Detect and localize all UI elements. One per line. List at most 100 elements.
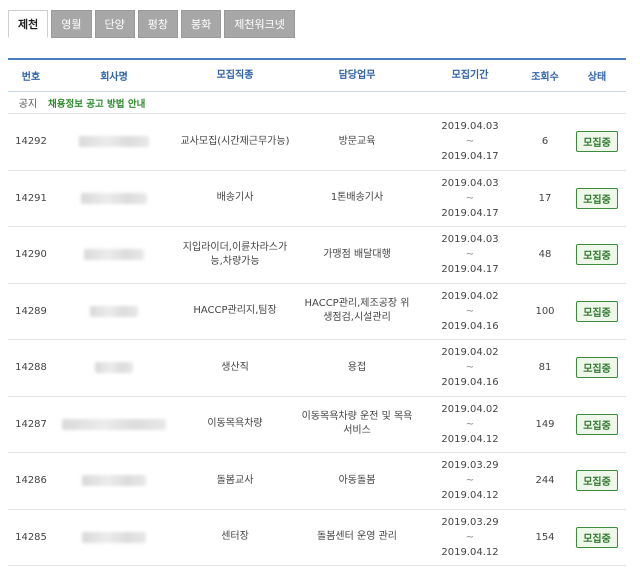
row-status: 모집중 [568,187,626,209]
redacted-blur [82,475,146,487]
period-end: 2019.04.16 [441,320,499,332]
period-end: 2019.04.17 [441,264,499,276]
row-work: 용접 [347,361,367,373]
row-job[interactable]: 교사모집(시간제근무가능) [174,135,296,149]
redacted-blur [90,305,138,317]
row-num: 14287 [15,418,47,430]
job-listing-table: 번호 회사명 모집직종 담당업무 모집기간 조회수 상태 공지 채용정보 공고 … [8,58,626,566]
header-job: 모집직종 [216,69,254,81]
row-period: 2019.04.02 ~2019.04.16 [418,289,522,334]
period-sep: ~ [465,249,475,261]
region-tabs: 제천 영월 단양 평창 봉화 제천워크넷 [8,10,295,38]
period-sep: ~ [465,136,475,148]
company-name-redacted[interactable] [54,305,174,317]
row-views: 81 [538,362,552,374]
row-period: 2019.04.03 ~2019.04.17 [418,176,522,221]
tab-3[interactable]: 평창 [137,10,178,38]
row-work: 1톤배송기사 [330,192,384,204]
company-name-redacted[interactable] [54,418,174,430]
notice-label: 공지 [18,99,38,110]
status-badge[interactable]: 모집중 [576,470,618,492]
row-work: HACCP관리,제조공장 위생점검,시설관리 [304,298,410,324]
period-end: 2019.04.17 [441,207,499,219]
row-job[interactable]: HACCP관리지,팀장 [174,304,296,318]
table-row[interactable]: 14287 이동목욕차량 이동목욕차량 운전 및 목욕서비스 2019.04.02 ~2… [8,397,626,453]
table-row[interactable]: 14291 배송기사 1톤배송기사 2019.04.03 ~2019.04.17 17 모집… [8,171,626,227]
row-views: 100 [535,305,555,317]
company-name-redacted[interactable] [54,362,174,374]
redacted-blur [82,531,146,543]
table-row[interactable]: 14286 돌봄교사 아동돌봄 2019.03.29 ~2019.04.12 244 모집중 [8,453,626,510]
row-status: 모집중 [568,470,626,492]
row-status: 모집중 [568,526,626,548]
job-rows: 14292 교사모집(시간제근무가능) 방문교육 2019.04.03 ~2019.04… [8,114,626,566]
row-period: 2019.04.02 ~2019.04.12 [418,402,522,447]
row-status: 모집중 [568,244,626,266]
status-badge[interactable]: 모집중 [576,413,618,435]
tab-5[interactable]: 제천워크넷 [224,10,295,38]
row-status: 모집중 [568,300,626,322]
company-name-redacted[interactable] [54,531,174,543]
company-name-redacted[interactable] [54,136,174,148]
period-start: 2019.03.29 [441,460,499,472]
period-end: 2019.04.12 [441,546,499,558]
row-views: 244 [535,475,555,487]
status-badge[interactable]: 모집중 [576,526,618,548]
status-badge[interactable]: 모집중 [576,244,618,266]
row-job[interactable]: 센터장 [174,530,296,544]
tab-2[interactable]: 단양 [94,10,135,38]
period-start: 2019.03.29 [441,516,499,528]
table-row[interactable]: 14289 HACCP관리지,팀장 HACCP관리,제조공장 위생점검,시설관리 20… [8,284,626,340]
company-name-redacted[interactable] [54,475,174,487]
table-row[interactable]: 14292 교사모집(시간제근무가능) 방문교육 2019.04.03 ~2019.04… [8,114,626,171]
company-name-redacted[interactable] [54,249,174,261]
row-views: 48 [538,249,552,261]
period-end: 2019.04.17 [441,151,499,163]
row-period: 2019.03.29 ~2019.04.12 [418,515,522,560]
row-num: 14292 [15,136,47,148]
row-num: 14286 [15,475,47,487]
period-start: 2019.04.03 [441,121,499,133]
tab-4[interactable]: 봉화 [181,10,222,38]
tab-0[interactable]: 제천 [8,10,49,38]
period-sep: ~ [465,192,475,204]
header-num: 번호 [21,72,41,83]
status-badge[interactable]: 모집중 [576,300,618,322]
period-start: 2019.04.03 [441,177,499,189]
company-name-redacted[interactable] [54,192,174,204]
status-badge[interactable]: 모집중 [576,357,618,379]
row-views: 17 [538,192,552,204]
header-status: 상태 [587,72,607,83]
tab-1[interactable]: 영월 [51,10,92,38]
row-job[interactable]: 지입라이더,이륜차라스가능,차량가능 [174,241,296,269]
header-work: 담당업무 [338,69,376,81]
period-sep: ~ [465,305,475,317]
row-num: 14290 [15,249,47,261]
notice-link[interactable]: 채용정보 공고 방법 안내 [48,96,145,110]
notice-row: 공지 채용정보 공고 방법 안내 [8,92,626,114]
row-period: 2019.03.29 ~2019.04.12 [418,458,522,503]
row-period: 2019.04.02 ~2019.04.16 [418,345,522,390]
row-status: 모집중 [568,131,626,153]
period-sep: ~ [465,475,475,487]
status-badge[interactable]: 모집중 [576,131,618,153]
row-num: 14291 [15,192,47,204]
table-row[interactable]: 14285 센터장 돌봄센터 운영 관리 2019.03.29 ~2019.04.12 1… [8,510,626,566]
redacted-blur [95,362,133,374]
status-badge[interactable]: 모집중 [576,187,618,209]
row-job[interactable]: 이동목욕차량 [174,417,296,431]
period-start: 2019.04.02 [441,403,499,415]
row-job[interactable]: 생산직 [174,361,296,375]
period-end: 2019.04.12 [441,490,499,502]
row-work: 방문교육 [338,135,376,147]
table-row[interactable]: 14288 생산직 용접 2019.04.02 ~2019.04.16 81 모집중 [8,340,626,397]
redacted-blur [81,192,147,204]
period-start: 2019.04.03 [441,234,499,246]
row-job[interactable]: 돌봄교사 [174,474,296,488]
table-row[interactable]: 14290 지입라이더,이륜차라스가능,차량가능 가맹점 배달대행 2019.04.0… [8,227,626,284]
redacted-blur [79,136,149,148]
period-sep: ~ [465,418,475,430]
row-views: 154 [535,531,555,543]
row-work: 돌봄센터 운영 관리 [317,531,397,543]
row-job[interactable]: 배송기사 [174,191,296,205]
